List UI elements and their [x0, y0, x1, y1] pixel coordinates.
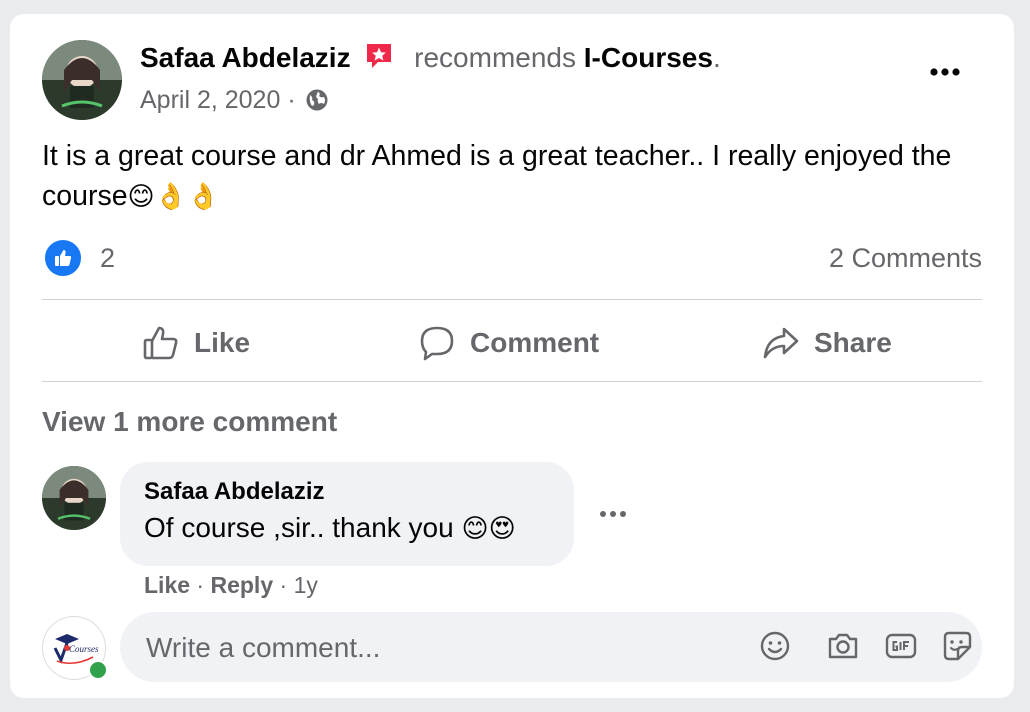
- meta-separator: ·: [287, 86, 296, 114]
- comment-composer: [120, 612, 982, 682]
- comment-body: Of course ,sir.. thank you 😊😍: [144, 512, 516, 544]
- page-name-suffix: .: [712, 42, 721, 73]
- smiley-icon[interactable]: [758, 629, 792, 663]
- comment-bubble-icon: [420, 326, 454, 361]
- like-label: Like: [194, 327, 251, 358]
- write-comment-input[interactable]: [144, 628, 708, 668]
- globe-icon: [305, 88, 329, 112]
- commenter-avatar[interactable]: [42, 466, 106, 530]
- post-date[interactable]: April 2, 2020: [140, 86, 280, 114]
- comment-age[interactable]: 1y: [294, 572, 318, 598]
- recommendation-badge-icon: [364, 41, 394, 71]
- post-meta: April 2, 2020 ·: [140, 84, 329, 116]
- sticker-icon[interactable]: [940, 629, 974, 663]
- comment-emojis: 😊😍: [461, 514, 516, 544]
- page-name-link[interactable]: I-Courses: [584, 42, 713, 73]
- divider: [42, 381, 982, 382]
- post-card: Safaa Abdelaziz recommends I-Courses. Ap…: [10, 14, 1014, 698]
- comment-label: Comment: [470, 327, 600, 358]
- reaction-count: 2: [100, 242, 116, 273]
- view-more-comments-link[interactable]: View 1 more comment: [42, 406, 337, 438]
- comments-count-link[interactable]: 2 Comments: [829, 240, 982, 276]
- comment-like-link[interactable]: Like: [144, 572, 190, 598]
- logo-text: Courses: [69, 644, 99, 654]
- thumbs-up-icon: [143, 326, 178, 360]
- share-button[interactable]: Share: [762, 318, 892, 368]
- post-emojis: 😊👌👌: [127, 182, 220, 212]
- share-arrow-icon: [763, 327, 799, 359]
- online-status-dot: [88, 660, 108, 680]
- author-name[interactable]: Safaa Abdelaziz: [140, 42, 351, 73]
- comment-actions: Like · Reply · 1y: [144, 572, 318, 599]
- comment-button[interactable]: Comment: [418, 318, 599, 368]
- camera-icon[interactable]: [826, 629, 860, 663]
- post-header: Safaa Abdelaziz recommends I-Courses.: [140, 40, 721, 76]
- comment-text: Of course ,sir.. thank you: [144, 512, 462, 543]
- share-label: Share: [814, 327, 892, 358]
- divider: [42, 299, 982, 300]
- post-options-icon[interactable]: [928, 62, 962, 82]
- author-avatar[interactable]: [42, 40, 122, 120]
- reactions-summary[interactable]: 2: [44, 239, 116, 277]
- comment-options-icon[interactable]: [598, 506, 628, 522]
- comment-bubble: Safaa Abdelaziz Of course ,sir.. thank y…: [120, 462, 574, 566]
- comment-reply-link[interactable]: Reply: [210, 572, 273, 598]
- like-button[interactable]: Like: [142, 318, 250, 368]
- like-icon: [44, 239, 82, 277]
- comment-author[interactable]: Safaa Abdelaziz: [144, 478, 325, 506]
- recommends-text: recommends: [414, 42, 576, 73]
- post-body: It is a great course and dr Ahmed is a g…: [42, 136, 982, 217]
- gif-icon[interactable]: [884, 629, 918, 663]
- comment-actions-separator: ·: [279, 572, 288, 598]
- comment-actions-separator: ·: [196, 572, 205, 598]
